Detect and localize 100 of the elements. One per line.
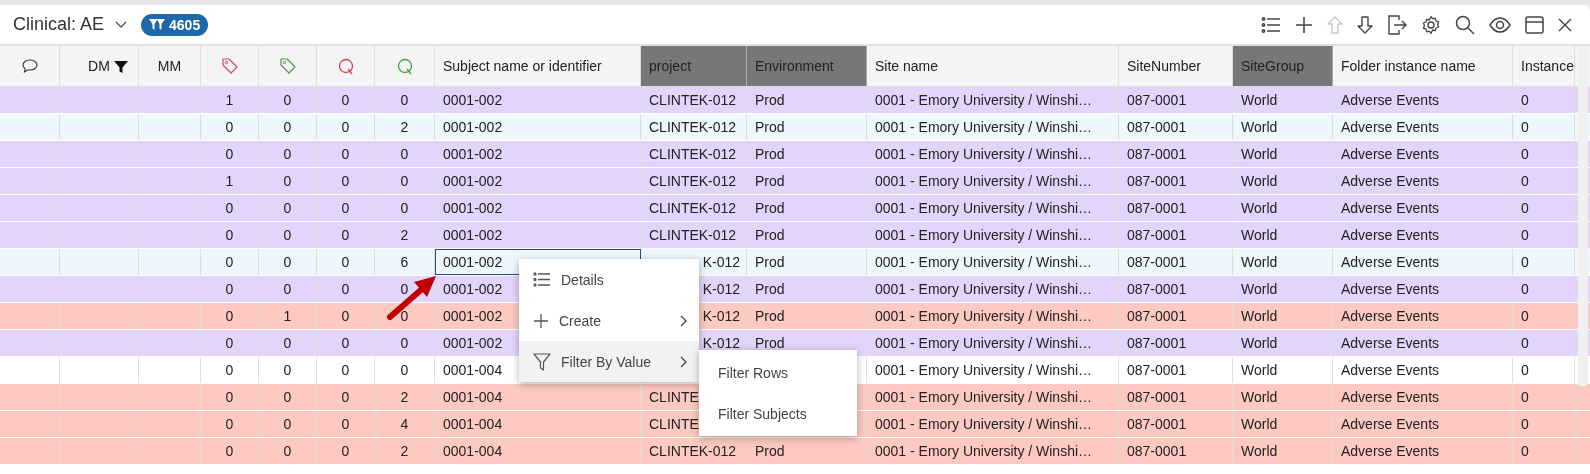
table-cell: 0	[341, 92, 350, 108]
table-cell: CLINTEK-012	[649, 146, 737, 162]
filter-icon[interactable]	[114, 60, 128, 74]
table-cell: Prod	[755, 200, 785, 216]
table-cell: 0001 - Emory University / Winshi…	[875, 443, 1093, 459]
table-cell: 0	[1521, 254, 1529, 270]
table-cell: 087-0001	[1127, 227, 1187, 243]
table-cell: World	[1241, 443, 1278, 459]
eye-icon[interactable]	[1489, 16, 1511, 33]
table-cell: 0	[225, 281, 234, 297]
table-cell: 0001 - Emory University / Winshi…	[875, 173, 1093, 189]
table-cell: 6	[400, 254, 409, 270]
table-cell: Prod	[755, 308, 785, 324]
table-cell: K-012	[702, 335, 740, 351]
table-cell: World	[1241, 416, 1278, 432]
table-row[interactable]: 0 0 0 0 0001-002 CLINTEK-012 Prod 0001 - Emory University / Winshi… 087-0001 World Adverse Events 0	[0, 195, 1590, 222]
header-label: SiteNumber	[1127, 58, 1201, 74]
table-cell: K-012	[702, 308, 740, 324]
table-cell: 0	[283, 254, 292, 270]
table-cell: K-012	[702, 281, 740, 297]
table-row[interactable]: 1 0 0 0 0001-002 CLINTEK-012 Prod 0001 - Emory University / Winshi… 087-0001 World Adverse Events 0	[0, 87, 1590, 114]
table-cell: 0	[341, 335, 350, 351]
table-cell: 087-0001	[1127, 308, 1187, 324]
table-cell: 0	[400, 362, 409, 378]
table-cell: Adverse Events	[1341, 227, 1440, 243]
table-row[interactable]: 0 0 0 2 0001-002 CLINTEK-012 Prod 0001 - Emory University / Winshi… 087-0001 World Adverse Events 0	[0, 222, 1590, 249]
table-cell: 0001-002	[443, 119, 503, 135]
table-cell: Adverse Events	[1341, 416, 1440, 432]
header-label: Subject name or identifier	[443, 58, 602, 74]
close-icon[interactable]	[1558, 17, 1572, 32]
table-cell: 2	[400, 443, 409, 459]
table-cell: 0	[341, 308, 350, 324]
table-cell: 0	[341, 173, 350, 189]
table-cell: Adverse Events	[1341, 443, 1440, 459]
table-cell: 0	[225, 227, 234, 243]
table-cell: 0	[1521, 227, 1529, 243]
column-header[interactable]: MM	[139, 46, 201, 86]
table-cell: 0	[341, 254, 350, 270]
table-cell: World	[1241, 173, 1278, 189]
table-cell: 0001-004	[443, 416, 503, 432]
table-cell: Prod	[755, 254, 785, 270]
table-cell: World	[1241, 200, 1278, 216]
column-header[interactable]: SiteGroup	[1233, 46, 1333, 86]
table-row[interactable]: 0 0 0 2 0001-004 CLINTEK-012 Prod 0001 - Emory University / Winshi… 087-0001 World Adverse Events 0	[0, 438, 1590, 465]
pointer-arrow	[387, 276, 436, 320]
header-label: MM	[157, 58, 182, 74]
table-cell: World	[1241, 227, 1278, 243]
table-cell: 0	[341, 416, 350, 432]
column-header[interactable]: Instance	[1513, 46, 1575, 86]
table-cell: 0	[341, 281, 350, 297]
table-cell: Adverse Events	[1341, 389, 1440, 405]
table-cell: 0	[400, 281, 409, 297]
table-cell: 0	[225, 200, 234, 216]
header-label: DM	[88, 58, 110, 74]
filter-count-badge[interactable]: 4605	[141, 13, 209, 36]
table-cell: 0	[283, 335, 292, 351]
column-header[interactable]: Site name	[867, 46, 1119, 86]
settings-icon[interactable]	[1421, 14, 1441, 35]
table-cell: 0	[283, 362, 292, 378]
table-cell: Adverse Events	[1341, 119, 1440, 135]
table-cell: 0001 - Emory University / Winshi…	[875, 335, 1093, 351]
column-header[interactable]: project	[641, 46, 747, 86]
table-cell: 0001 - Emory University / Winshi…	[875, 389, 1093, 405]
table-cell: 0	[283, 281, 292, 297]
chevron-down-icon[interactable]	[115, 20, 128, 29]
table-cell: 0	[1521, 200, 1529, 216]
scrollbar[interactable]	[1578, 46, 1588, 386]
table-cell: 087-0001	[1127, 254, 1187, 270]
table-cell: 087-0001	[1127, 281, 1187, 297]
table-cell: 0	[341, 443, 350, 459]
table-cell: 0	[283, 389, 292, 405]
table-cell: 087-0001	[1127, 443, 1187, 459]
export-icon[interactable]	[1387, 14, 1407, 35]
table-cell: 0	[400, 146, 409, 162]
column-header[interactable]: Folder instance name	[1333, 46, 1513, 86]
column-header[interactable]: Environment	[747, 46, 867, 86]
table-cell: CLINTEK-012	[649, 173, 737, 189]
table-cell: World	[1241, 254, 1278, 270]
list-icon[interactable]	[1261, 15, 1281, 34]
table-cell: World	[1241, 281, 1278, 297]
table-cell: 0	[225, 146, 234, 162]
comment-icon	[21, 59, 38, 73]
table-cell: World	[1241, 362, 1278, 378]
panel-icon[interactable]	[1525, 15, 1544, 34]
search-icon[interactable]	[1455, 14, 1475, 35]
table-row[interactable]: 1 0 0 0 0001-002 CLINTEK-012 Prod 0001 - Emory University / Winshi… 087-0001 World Adverse Events 0	[0, 168, 1590, 195]
plus-icon[interactable]	[1295, 15, 1313, 34]
table-cell: 0001 - Emory University / Winshi…	[875, 308, 1093, 324]
table-row[interactable]: 0 0 0 0 0001-002 CLINTEK-012 Prod 0001 - Emory University / Winshi… 087-0001 World Adverse Events 0	[0, 141, 1590, 168]
column-header[interactable]: DM	[60, 46, 139, 86]
table-cell: 4	[400, 416, 409, 432]
table-cell: 0	[341, 227, 350, 243]
table-cell: Prod	[755, 173, 785, 189]
view-title[interactable]: Clinical: AE	[13, 14, 105, 35]
arrow-down-icon[interactable]	[1357, 15, 1373, 34]
header-label: SiteGroup	[1241, 58, 1305, 74]
table-cell: 0001-002	[443, 308, 503, 324]
table-row[interactable]: 0 0 0 2 0001-002 CLINTEK-012 Prod 0001 - Emory University / Winshi… 087-0001 World Adverse Events 0	[0, 114, 1590, 141]
table-cell: 0	[400, 200, 409, 216]
menu-item[interactable]: Filter By Value	[519, 341, 699, 382]
